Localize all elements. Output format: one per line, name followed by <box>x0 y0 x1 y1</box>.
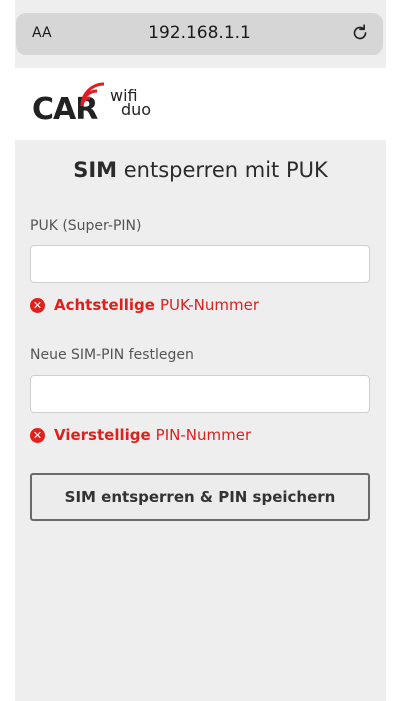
page-title: SIM entsperren mit PUK <box>15 158 386 182</box>
error-icon: ✕ <box>30 427 45 443</box>
pin-error-bold: Vierstellige <box>54 426 151 444</box>
reload-icon[interactable] <box>349 22 371 44</box>
logo-duo-text: duo <box>121 100 152 119</box>
url-text[interactable]: 192.168.1.1 <box>16 23 383 43</box>
puk-error-rest: PUK-Nummer <box>159 296 260 314</box>
title-strong: SIM <box>73 158 118 182</box>
site-header: CAR wifi duo <box>15 68 386 140</box>
error-icon: ✕ <box>30 297 45 313</box>
puk-input[interactable] <box>30 245 370 283</box>
title-rest: entsperren mit PUK <box>117 158 328 182</box>
pin-error: ✕ Vierstellige PIN-Nummer <box>30 426 251 444</box>
pin-input[interactable] <box>30 375 370 413</box>
puk-label: PUK (Super-PIN) <box>30 218 142 234</box>
puk-error: ✕ Achtstellige PUK-Nummer <box>30 296 259 314</box>
car-wifi-duo-logo: CAR wifi duo <box>32 78 192 132</box>
wifi-signal-icon <box>80 82 105 107</box>
pin-error-rest: PIN-Nummer <box>155 426 252 444</box>
puk-error-bold: Achtstellige <box>54 296 155 314</box>
address-bar[interactable]: AA 192.168.1.1 <box>16 13 383 55</box>
pin-label: Neue SIM-PIN festlegen <box>30 347 194 363</box>
submit-button[interactable]: SIM entsperren & PIN speichern <box>30 473 370 521</box>
